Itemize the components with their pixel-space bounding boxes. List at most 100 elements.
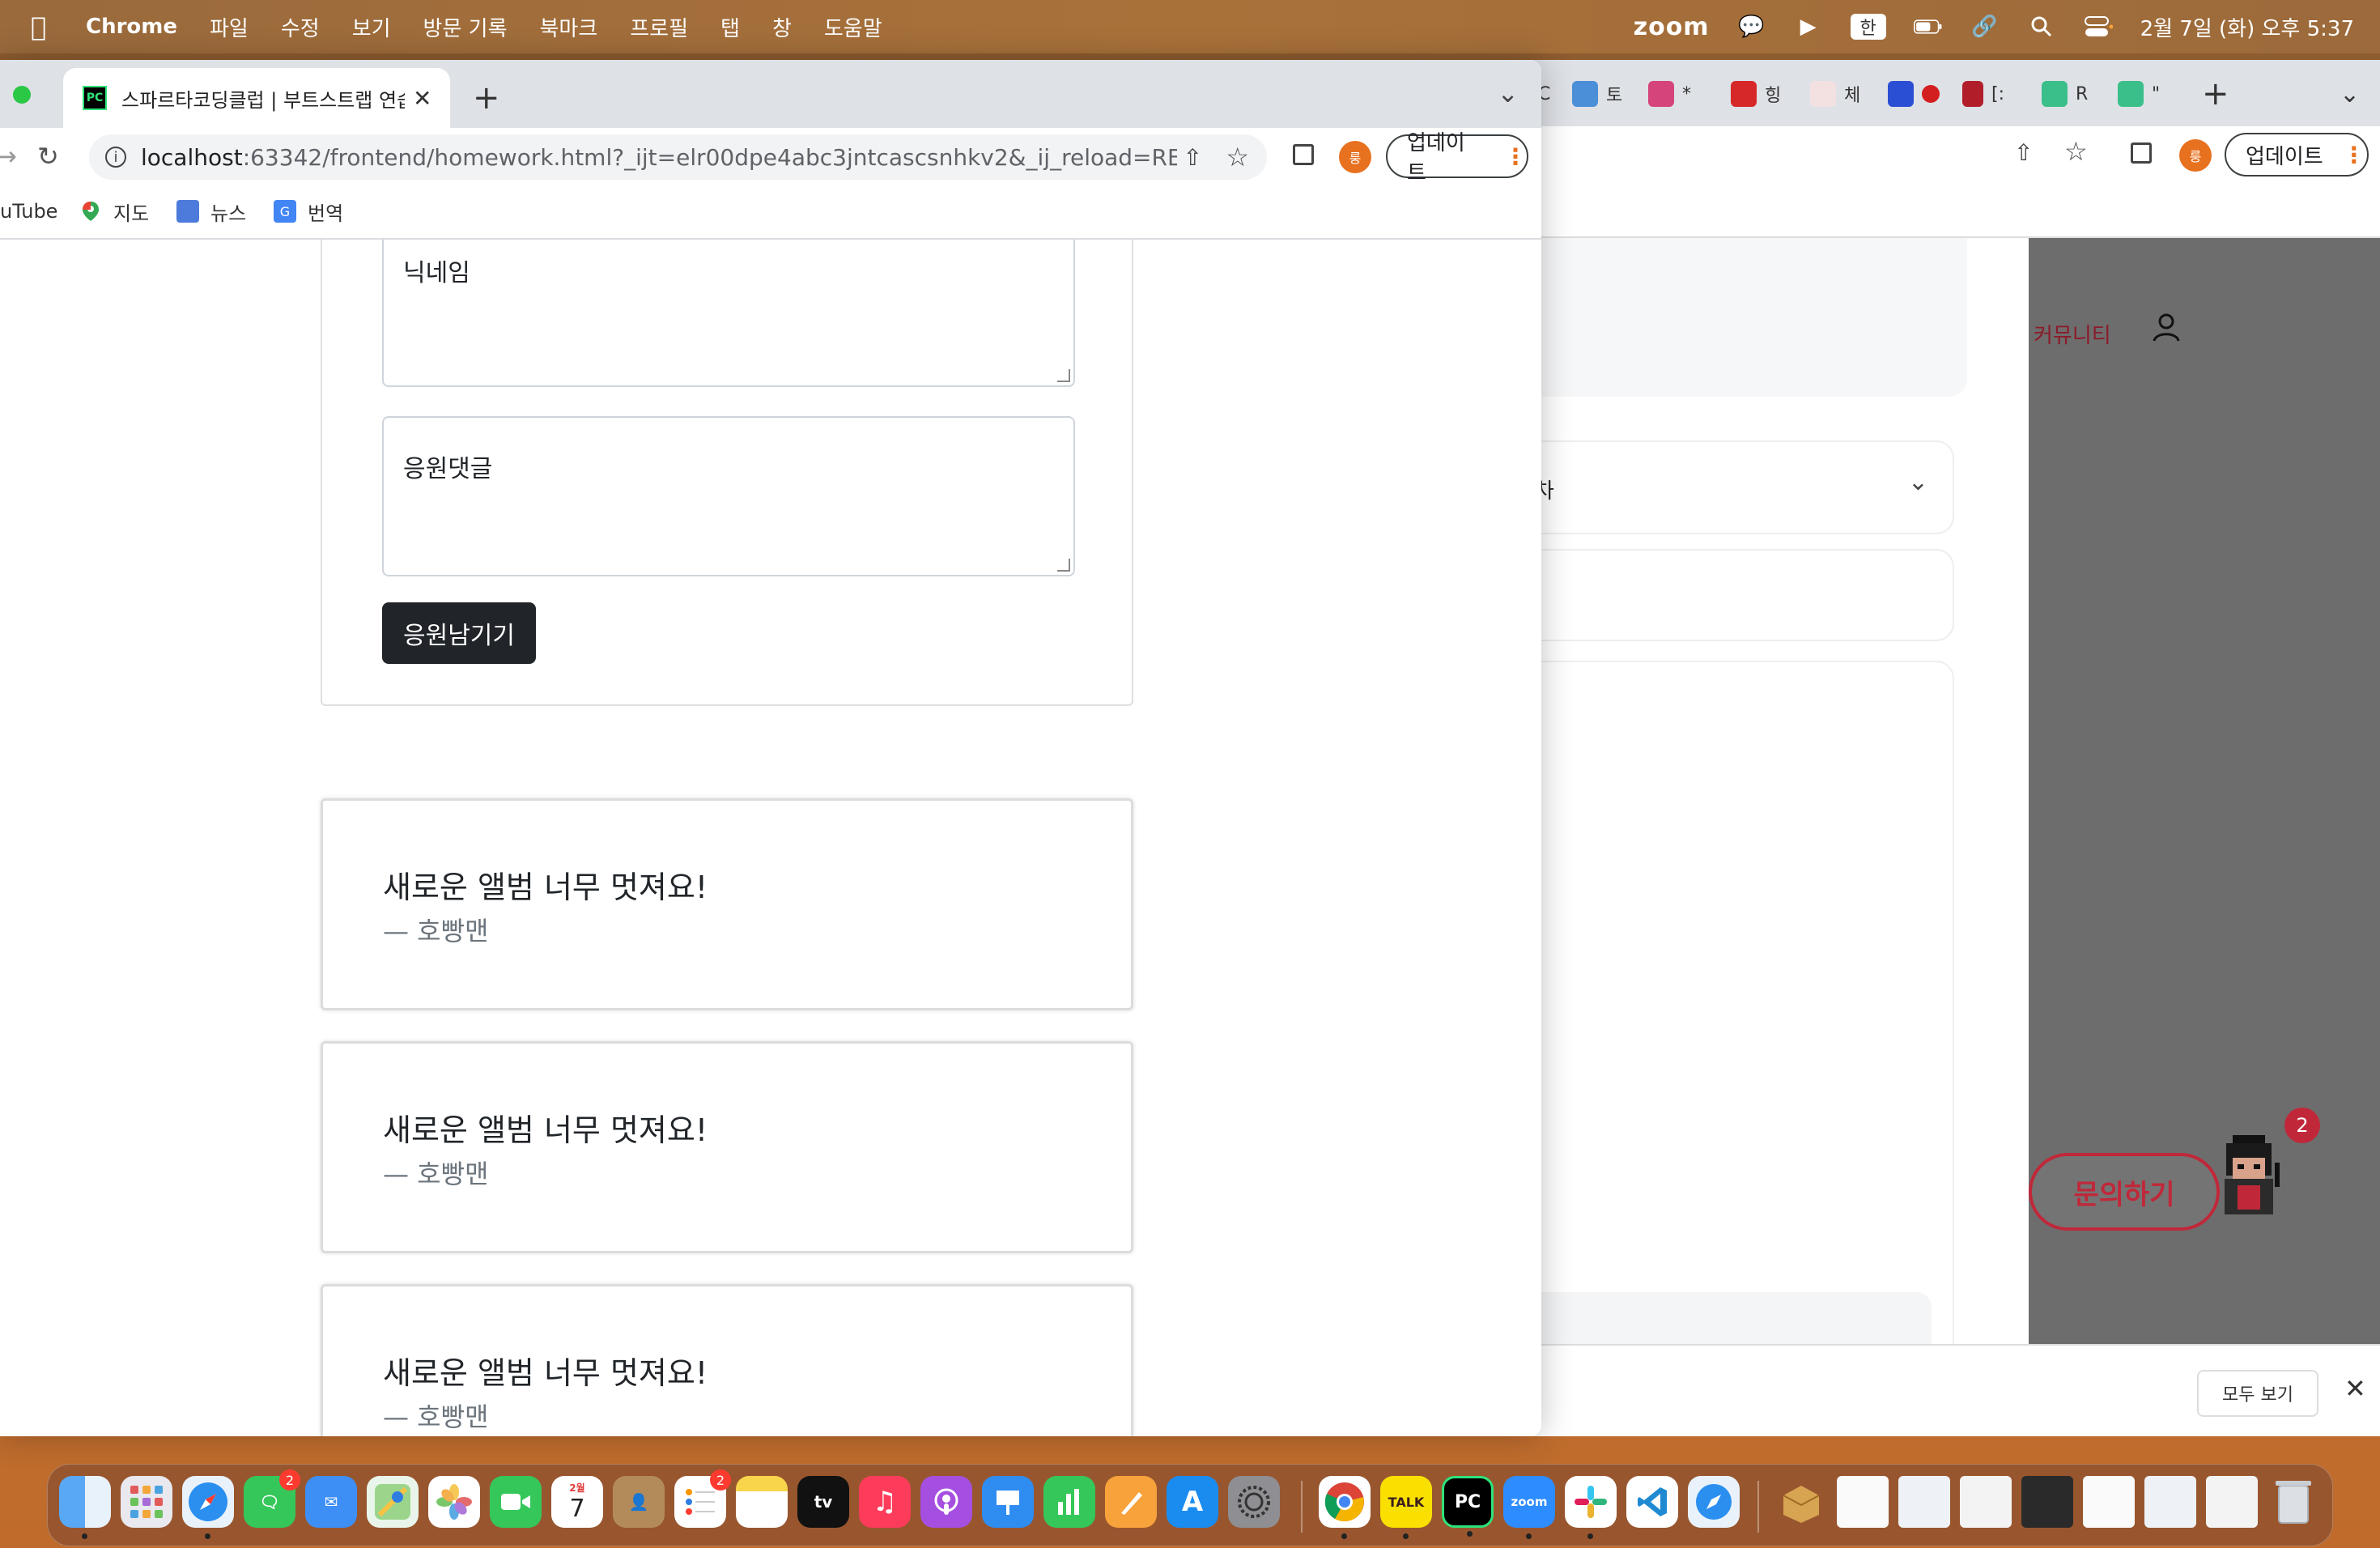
system-settings-icon[interactable] (1228, 1476, 1280, 1528)
apple-tv-icon[interactable]: tv (797, 1476, 849, 1528)
forward-arrow-icon[interactable]: → (0, 141, 17, 172)
notes-icon[interactable] (736, 1476, 788, 1528)
background-tab[interactable]: 체 (1810, 76, 1860, 112)
menu-history[interactable]: 방문 기록 (423, 12, 508, 42)
chrome-icon[interactable] (1319, 1476, 1371, 1539)
keynote-icon[interactable] (982, 1476, 1034, 1528)
tab-search-chevron-icon[interactable]: ⌄ (1497, 78, 1519, 108)
play-circle-icon[interactable]: ▶ (1794, 15, 1823, 39)
control-center-icon[interactable] (2084, 15, 2113, 39)
see-all-button[interactable]: 모두 보기 (2197, 1370, 2318, 1417)
numbers-icon[interactable] (1043, 1476, 1095, 1528)
zoom-status-label[interactable]: zoom (1634, 13, 1710, 41)
screenshot-thumbnail[interactable] (1898, 1476, 1950, 1528)
reminders-icon[interactable]: 2 (674, 1469, 731, 1528)
side-panel-icon[interactable] (2131, 142, 2152, 164)
mascot-icon[interactable] (2208, 1121, 2297, 1234)
document-thumbnail[interactable] (1837, 1476, 1889, 1528)
link-icon[interactable]: 🔗 (1970, 15, 2000, 39)
background-tab[interactable]: 힝 (1731, 76, 1781, 112)
bookmark-news[interactable]: 뉴스 (176, 198, 246, 226)
finder-icon[interactable] (59, 1476, 111, 1539)
menu-window[interactable]: 창 (772, 12, 792, 42)
bookmark-star-icon[interactable]: ☆ (1226, 142, 1249, 172)
profile-avatar[interactable]: 룽 (2179, 139, 2212, 172)
facetime-icon[interactable] (490, 1476, 542, 1528)
input-method-indicator[interactable]: 한 (1850, 14, 1886, 40)
chat-bubble-icon[interactable]: 💬 (1737, 15, 1766, 39)
background-new-tab-icon[interactable]: + (2202, 75, 2229, 113)
launchpad-icon[interactable] (121, 1476, 172, 1528)
comment-textarea[interactable]: 응원댓글 (382, 416, 1075, 576)
background-tab[interactable] (1888, 76, 1948, 112)
photos-icon[interactable] (428, 1476, 480, 1528)
window-zoom-control[interactable] (13, 86, 31, 104)
star-icon[interactable]: ☆ (2064, 136, 2088, 167)
menu-app-name[interactable]: Chrome (86, 15, 177, 39)
active-tab[interactable]: PC 스파르타코딩클럽 | 부트스트랩 연습 ✕ (63, 68, 450, 128)
menu-datetime[interactable]: 2월 7일 (화) 오후 5:37 (2140, 12, 2354, 42)
tab-close-icon[interactable]: ✕ (413, 85, 431, 112)
menu-view[interactable]: 보기 (352, 12, 391, 42)
search-icon[interactable] (2027, 15, 2056, 39)
address-url[interactable]: localhost:63342/frontend/homework.html?_… (141, 144, 1177, 171)
reload-icon[interactable]: ↻ (37, 141, 59, 172)
background-tab-menu-icon[interactable]: ⌄ (2340, 76, 2360, 112)
background-tab[interactable]: * (1648, 76, 1691, 112)
menu-edit[interactable]: 수정 (281, 12, 320, 42)
side-panel-icon[interactable] (1293, 144, 1314, 165)
battery-icon[interactable] (1913, 15, 1943, 39)
resize-grip-icon[interactable] (1057, 369, 1070, 382)
site-info-icon[interactable]: i (105, 147, 126, 168)
contacts-icon[interactable]: 👤 (613, 1476, 665, 1528)
screenshot-thumbnail[interactable] (2021, 1476, 2073, 1528)
nav-community-link[interactable]: 커뮤니티 (2034, 319, 2111, 349)
menu-profiles[interactable]: 프로필 (630, 12, 688, 42)
menu-tab[interactable]: 탭 (720, 12, 740, 42)
cheer-submit-button[interactable]: 응원남기기 (382, 602, 536, 664)
vscode-icon[interactable] (1626, 1476, 1678, 1528)
close-icon[interactable]: ✕ (2344, 1373, 2366, 1404)
document-thumbnail[interactable] (2083, 1476, 2135, 1528)
app-store-icon[interactable]: A (1167, 1476, 1218, 1528)
mail-icon[interactable]: ✉ (305, 1476, 357, 1528)
archive-box-icon[interactable] (1775, 1476, 1827, 1528)
safari-download-icon[interactable] (1688, 1476, 1740, 1528)
bookmark-maps[interactable]: 지도 (79, 198, 149, 226)
menu-bookmarks[interactable]: 북마크 (540, 12, 598, 42)
menu-help[interactable]: 도움말 (824, 12, 882, 42)
resize-grip-icon[interactable] (1057, 559, 1070, 572)
profile-avatar[interactable]: 룽 (1339, 141, 1371, 173)
messages-icon[interactable]: 🗨 2 (244, 1469, 300, 1528)
inquiry-button[interactable]: 문의하기 (2029, 1153, 2220, 1231)
podcasts-icon[interactable] (920, 1476, 972, 1528)
kakaotalk-icon[interactable]: TALK (1380, 1476, 1432, 1539)
bookmark-translate[interactable]: G 번역 (274, 198, 343, 226)
screenshot-thumbnail[interactable] (2144, 1476, 2196, 1528)
share-icon[interactable]: ⇧ (1184, 144, 1202, 171)
maps-icon[interactable] (367, 1476, 419, 1528)
trash-icon[interactable] (2267, 1476, 2319, 1528)
screenshot-thumbnail[interactable] (1960, 1476, 2012, 1528)
pages-icon[interactable] (1105, 1476, 1157, 1528)
nickname-textarea[interactable]: 닉네임 (382, 240, 1075, 387)
background-tab[interactable]: 토 (1572, 76, 1622, 112)
background-update-button[interactable]: 업데이트 ⋮ (2225, 133, 2369, 176)
safari-icon[interactable] (182, 1476, 234, 1539)
background-tab[interactable]: " (2118, 76, 2160, 112)
address-bar[interactable]: i localhost:63342/frontend/homework.html… (89, 134, 1267, 180)
bookmark-youtube[interactable]: uTube (0, 200, 57, 223)
new-tab-icon[interactable]: + (473, 79, 500, 117)
update-button[interactable]: 업데이트 ⋮ (1386, 131, 1528, 185)
calendar-icon[interactable]: 2월 7 (551, 1476, 603, 1528)
menu-file[interactable]: 파일 (210, 12, 249, 42)
music-icon[interactable]: ♫ (859, 1476, 911, 1528)
pycharm-icon[interactable]: PC (1442, 1476, 1494, 1537)
apple-icon[interactable]:  (31, 11, 55, 42)
user-icon[interactable] (2150, 311, 2182, 347)
background-tab[interactable]: R (2042, 76, 2088, 112)
background-accordion[interactable]: 주차 ⌄ (1514, 440, 1954, 534)
slack-app-icon[interactable] (1565, 1476, 1617, 1539)
zoom-app-icon[interactable]: zoom (1503, 1476, 1555, 1539)
background-tab[interactable]: [: (1962, 76, 2004, 112)
